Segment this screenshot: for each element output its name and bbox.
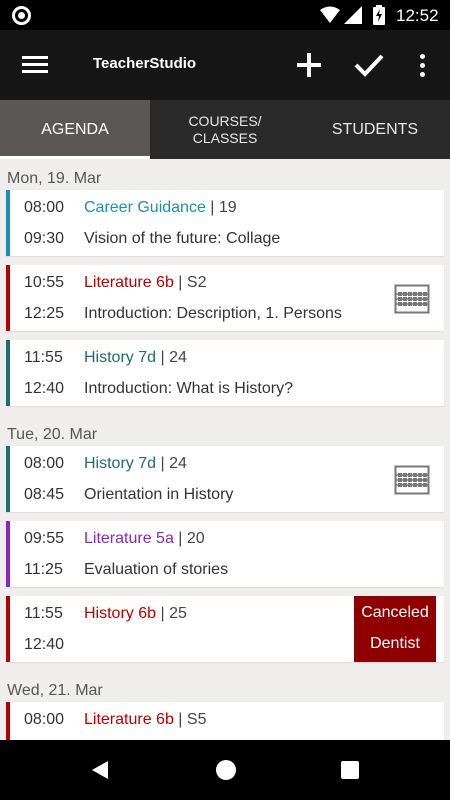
lesson-course: Literature 5a	[84, 530, 174, 547]
lesson-room: | 19	[210, 199, 237, 216]
lesson-topic: Vision of the future: Collage	[84, 230, 281, 247]
lesson-row-bottom: 09:30 Vision of the future: Collage	[24, 230, 280, 248]
lesson-course: History 7d	[84, 349, 157, 366]
check-icon[interactable]	[353, 50, 385, 80]
lesson-row-bottom: 12:25 Introduction: Description, 1. Perso…	[24, 305, 342, 323]
abacus-icon[interactable]	[394, 465, 430, 500]
signal-icon	[344, 6, 362, 24]
lesson-row-top: 08:00 History 7d | 24	[24, 455, 187, 473]
lesson-row-top: 09:55 Literature 5a | 20	[24, 530, 205, 548]
lesson-row-top: 08:00 Career Guidance | 19	[24, 199, 237, 217]
lesson-end-time: 09:30	[24, 230, 65, 247]
lesson-start-time: 08:00	[24, 199, 65, 216]
tab-agenda[interactable]: AGENDA	[0, 100, 150, 159]
menu-icon[interactable]	[22, 54, 48, 76]
lesson-course: History 6b	[84, 605, 157, 622]
lesson-row-top: 11:55 History 7d | 24	[24, 349, 187, 367]
agenda-list[interactable]: Mon, 19. Mar 08:00 Career Guidance | 19 09:…	[0, 159, 450, 740]
tab-students-label: STUDENTS	[331, 120, 419, 138]
abacus-icon[interactable]	[394, 284, 430, 319]
lesson-row-top: 11:55 History 6b | 25	[24, 605, 187, 623]
plus-icon[interactable]	[294, 50, 324, 80]
lesson-end-time: 12:40	[24, 636, 65, 653]
lesson-start-time: 08:00	[24, 711, 65, 728]
lesson-card[interactable]: 11:55 History 6b | 25 12:40 Canceled Dentist	[6, 596, 444, 662]
app-bar: TeacherStudio	[0, 30, 450, 100]
lesson-room: | 24	[160, 349, 187, 366]
lesson-start-time: 08:00	[24, 455, 65, 472]
day-header: Tue, 20. Mar	[7, 426, 98, 443]
lesson-topic: Orientation in History	[84, 486, 234, 503]
lesson-end-time: 12:25	[24, 305, 65, 322]
lesson-card[interactable]: 08:00 History 7d | 24 08:45 Orientation in …	[6, 446, 444, 512]
lesson-end-time: 08:45	[24, 486, 65, 503]
lesson-course: Literature 6b	[84, 711, 174, 728]
lesson-card[interactable]: 08:00 Career Guidance | 19 09:30 Vision of …	[6, 190, 444, 256]
lesson-room: | S2	[178, 274, 207, 291]
lesson-end-time: 12:40	[24, 380, 65, 397]
lesson-course: Career Guidance	[84, 199, 206, 216]
lesson-room: | 25	[160, 605, 187, 622]
system-nav-bar	[0, 740, 450, 800]
lesson-room: | 20	[178, 530, 205, 547]
canceled-reason: Dentist	[370, 635, 420, 652]
lesson-start-time: 11:55	[24, 605, 63, 622]
lesson-card[interactable]: 11:55 History 7d | 24 12:40 Introduction: W…	[6, 340, 444, 406]
lesson-start-time: 10:55	[24, 274, 65, 291]
lesson-row-bottom: 12:40 Introduction: What is History?	[24, 380, 293, 398]
lesson-start-time: 09:55	[24, 530, 65, 547]
lesson-topic: Evaluation of stories	[84, 561, 229, 578]
lesson-course: History 7d	[84, 455, 157, 472]
lesson-card[interactable]: 08:00Literature 6b | S508:45Personal des…	[6, 702, 444, 740]
lesson-row-top: 08:00 Literature 6b | S5	[24, 711, 206, 729]
lesson-row-top: 10:55 Literature 6b | S2	[24, 274, 206, 292]
canceled-label: Canceled	[361, 604, 429, 621]
day-header: Wed, 21. Mar	[7, 682, 103, 699]
battery-charging-icon	[373, 5, 385, 25]
tab-bar: AGENDA COURSES/ CLASSES STUDENTS	[0, 100, 450, 159]
tab-courses-label: COURSES/ CLASSES	[188, 112, 262, 146]
lesson-row-bottom: 12:40	[24, 636, 84, 654]
notification-icon	[12, 6, 31, 25]
lesson-card[interactable]: 09:55 Literature 5a | 20 11:25 Evaluation o…	[6, 521, 444, 587]
lesson-topic: Introduction: What is History?	[84, 380, 293, 397]
lesson-row-bottom: 11:25 Evaluation of stories	[24, 561, 228, 579]
back-icon[interactable]	[90, 760, 110, 780]
lesson-start-time: 11:55	[24, 349, 63, 366]
tab-agenda-label: AGENDA	[41, 120, 109, 138]
home-icon[interactable]	[216, 760, 236, 780]
tab-courses-classes[interactable]: COURSES/ CLASSES	[150, 100, 300, 159]
tab-students[interactable]: STUDENTS	[300, 100, 450, 159]
lesson-end-time: 11:25	[24, 561, 63, 578]
wifi-icon	[320, 6, 340, 23]
lesson-topic: Introduction: Description, 1. Persons	[84, 305, 342, 322]
lesson-room: | S5	[178, 711, 207, 728]
status-bar: 12:52	[0, 0, 450, 30]
day-header: Mon, 19. Mar	[7, 170, 102, 187]
lesson-card[interactable]: 10:55 Literature 6b | S2 12:25 Introduction…	[6, 265, 444, 331]
canceled-badge: Canceled Dentist	[354, 596, 436, 662]
recents-icon[interactable]	[341, 761, 359, 779]
app-title: TeacherStudio	[93, 55, 197, 72]
lesson-room: | 24	[160, 455, 187, 472]
lesson-course: Literature 6b	[84, 274, 174, 291]
status-time: 12:52	[396, 6, 439, 25]
lesson-row-bottom: 08:45 Orientation in History	[24, 486, 233, 504]
more-vert-icon[interactable]	[412, 52, 434, 80]
